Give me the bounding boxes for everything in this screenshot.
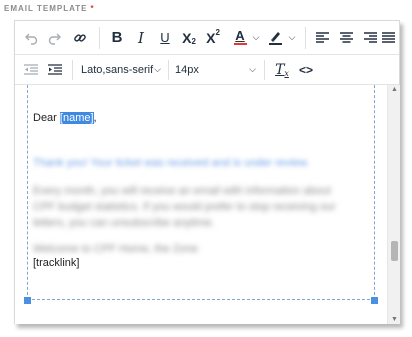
superscript-sup: 2 xyxy=(215,28,220,37)
redo-icon xyxy=(48,33,61,45)
chevron-down-icon: ⌵ xyxy=(154,64,161,74)
blurred-paragraph-line: CPF budget statistics. If you would pref… xyxy=(33,201,336,213)
outdent-icon xyxy=(24,64,38,75)
outdent-button[interactable] xyxy=(19,55,43,84)
highlight-color-swatch xyxy=(268,43,282,45)
tracklink-placeholder: [tracklink] xyxy=(33,257,80,269)
toolbar-secondary: Lato,sans-serif ⌵ 14px ⌵ Tx <> xyxy=(15,55,399,85)
text-color-label: A xyxy=(235,28,245,43)
undo-button[interactable] xyxy=(19,21,43,54)
rich-text-editor: B I U X2 X2 A ⌵ ⌵ Lato,sans-serif ⌵ 14px… xyxy=(14,20,400,324)
link-button[interactable] xyxy=(68,21,92,54)
greeting-suffix: , xyxy=(93,112,97,124)
superscript-button[interactable]: X2 xyxy=(201,21,225,54)
indent-button[interactable] xyxy=(43,55,67,84)
align-center-button[interactable] xyxy=(334,21,358,54)
resize-handle-bottom-left[interactable] xyxy=(24,297,31,304)
subscript-sub: 2 xyxy=(191,37,196,46)
align-left-button[interactable] xyxy=(310,21,334,54)
greeting-prefix: Dear xyxy=(33,112,60,124)
align-justify-icon xyxy=(381,32,395,43)
align-justify-button[interactable] xyxy=(377,21,399,54)
editor-scrollbar[interactable]: ▲ ▼ xyxy=(387,85,400,324)
highlight-button[interactable] xyxy=(263,21,287,54)
chevron-down-icon: ⌵ xyxy=(288,32,296,42)
resize-handle-bottom-right[interactable] xyxy=(371,297,378,304)
highlight-icon xyxy=(271,32,280,42)
font-size-value: 14px xyxy=(175,63,199,76)
blurred-paragraph-line: Every month, you will receive an email w… xyxy=(33,185,331,197)
name-placeholder[interactable]: [name] xyxy=(59,112,94,124)
indent-icon xyxy=(48,64,62,75)
field-label-text: EMAIL TEMPLATE xyxy=(4,4,88,13)
font-family-value: Lato,sans-serif xyxy=(81,63,154,76)
font-size-select[interactable]: 14px ⌵ xyxy=(169,55,264,84)
field-label: EMAIL TEMPLATE * xyxy=(4,4,95,13)
align-right-icon xyxy=(363,32,377,43)
subscript-label: X xyxy=(182,29,192,46)
greeting-line: Dear [name], xyxy=(33,112,97,124)
blurred-link-line: Thank you! Your ticket was received and … xyxy=(33,157,309,169)
blurred-link-text: Thank you! Your ticket was received and … xyxy=(33,157,310,169)
scroll-up-icon[interactable]: ▲ xyxy=(391,86,398,93)
chevron-down-icon: ⌵ xyxy=(252,32,260,42)
subscript-button[interactable]: X2 xyxy=(177,21,201,54)
underline-button[interactable]: U xyxy=(153,21,177,54)
text-color-button[interactable]: A xyxy=(227,21,253,54)
toolbar-separator xyxy=(305,27,306,49)
editor-content[interactable]: Dear [name], Thank you! Your ticket was … xyxy=(15,85,387,324)
tracklink-line: [tracklink] xyxy=(33,257,79,269)
blurred-paragraph: Every month, you will receive an email w… xyxy=(33,183,336,231)
italic-button[interactable]: I xyxy=(129,21,153,54)
scroll-down-icon[interactable]: ▼ xyxy=(391,316,398,323)
blurred-closing-line: Welcome to CPF Home, the Zone xyxy=(33,241,198,257)
bold-button[interactable]: B xyxy=(105,21,129,54)
clear-format-label: T xyxy=(275,61,285,78)
clear-formatting-button[interactable]: Tx xyxy=(270,55,294,84)
chevron-down-icon: ⌵ xyxy=(249,64,256,74)
required-marker: * xyxy=(90,4,95,13)
superscript-label: X xyxy=(206,29,216,46)
align-center-icon xyxy=(339,32,353,43)
text-color-dropdown[interactable]: ⌵ xyxy=(251,21,261,54)
scrollbar-thumb[interactable] xyxy=(391,241,398,261)
bold-label: B xyxy=(111,29,123,46)
toolbar-separator xyxy=(264,60,265,80)
source-code-label: <> xyxy=(298,62,313,77)
toolbar-primary: B I U X2 X2 A ⌵ ⌵ xyxy=(15,21,399,55)
link-icon xyxy=(74,33,86,42)
align-left-icon xyxy=(315,32,329,43)
text-color-swatch xyxy=(233,43,247,45)
highlight-dropdown[interactable]: ⌵ xyxy=(287,21,297,54)
underline-label: U xyxy=(160,30,170,45)
redo-button[interactable] xyxy=(43,21,67,54)
clear-format-sub: x xyxy=(284,69,289,78)
blurred-closing: Welcome to CPF Home, the Zone xyxy=(33,243,198,255)
source-code-button[interactable]: <> xyxy=(294,55,318,84)
undo-icon xyxy=(25,33,38,45)
italic-label: I xyxy=(138,28,144,47)
font-family-select[interactable]: Lato,sans-serif ⌵ xyxy=(73,55,169,84)
toolbar-separator xyxy=(99,27,100,49)
blurred-paragraph-line: letters, you can unsubscribe anytime. xyxy=(33,217,215,229)
